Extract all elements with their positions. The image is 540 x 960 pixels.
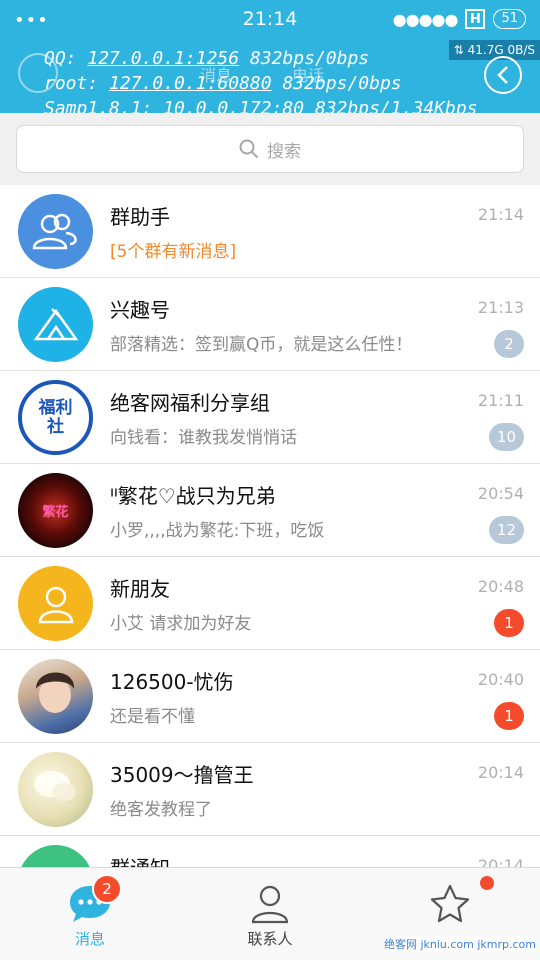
debug-label: root: — [44, 73, 99, 94]
debug-rate: 832bps/0bps — [282, 73, 402, 94]
tab-badge: 2 — [92, 874, 122, 904]
conversation-row[interactable]: 兴趣号 部落精选：签到赢Q币，就是这么任性！ 21:13 2 — [0, 278, 540, 371]
avatar — [18, 194, 93, 269]
back-button[interactable] — [484, 56, 522, 94]
conversation-title: 新朋友 — [110, 577, 170, 601]
conversation-title: 兴趣号 — [110, 298, 170, 322]
conversation-time: 21:11 — [477, 391, 524, 410]
conversation-row[interactable]: 35009～撸管王 绝客发教程了 20:14 — [0, 743, 540, 836]
conversation-preview: 小艾 请求加为好友 — [110, 614, 252, 634]
conversation-time: 21:14 — [477, 205, 524, 224]
conversation-preview: [5个群有新消息] — [110, 242, 237, 262]
search-input[interactable]: 搜索 — [16, 125, 524, 173]
conversation-title: 群助手 — [110, 205, 170, 229]
star-icon — [430, 884, 470, 923]
conversation-title: 绝客网福利分享组 — [110, 391, 270, 415]
tab-label: 消息 — [74, 930, 105, 948]
search-icon — [239, 139, 259, 159]
conversation-row[interactable]: 繁花 ᐦ繁花♡战只为兄弟 小罗,,,,战为繁花:下班，吃饭 20:54 12 — [0, 464, 540, 557]
bottom-tab-bar: 消息 2 联系人 动态 绝客网 jkniu.com jkmrp.com — [0, 867, 540, 960]
network-type-icon: H — [465, 9, 486, 29]
conversation-time: 20:40 — [477, 670, 524, 689]
conversation-title: ᐦ繁花♡战只为兄弟 — [110, 484, 276, 508]
conversation-preview: 小罗,,,,战为繁花:下班，吃饭 — [110, 521, 325, 541]
battery-icon: 51 — [493, 9, 526, 29]
conversation-list[interactable]: 群助手 [5个群有新消息] 21:14 兴趣号 部落精选：签到赢Q币，就是这么任… — [0, 185, 540, 867]
conversation-row[interactable]: 群助手 [5个群有新消息] 21:14 — [0, 185, 540, 278]
tab-contacts[interactable]: 联系人 — [180, 868, 360, 960]
flower-avatar — [34, 771, 76, 801]
debug-overlay: QQ: 127.0.0.1:1256 832bps/0bps root: 127… — [44, 46, 478, 121]
debug-line: QQ: 127.0.0.1:1256 832bps/0bps — [44, 46, 478, 71]
photo-avatar — [36, 672, 75, 713]
tab-label: 联系人 — [247, 930, 293, 948]
conversation-row[interactable]: 群通知 20:14 — [0, 836, 540, 867]
search-placeholder: 搜索 — [267, 141, 301, 162]
avatar: 繁花 — [18, 473, 93, 548]
conversation-row[interactable]: 126500-忧伤 还是看不懂 20:40 1 — [0, 650, 540, 743]
unread-badge: 1 — [494, 702, 524, 730]
fuli-logo: 福利社 — [38, 397, 73, 437]
avatar: 福利社 — [18, 380, 93, 455]
conversation-title: 126500-忧伤 — [110, 670, 234, 694]
debug-addr: 127.0.0.1:60880 — [109, 73, 272, 94]
unread-badge: 2 — [494, 330, 524, 358]
status-right-group: ●●●●● H 51 — [393, 9, 526, 29]
avatar — [18, 752, 93, 827]
signal-icon: ●●●●● — [392, 9, 459, 29]
avatar — [18, 566, 93, 641]
debug-rate: 832bps/0bps — [249, 48, 370, 69]
conversation-time: 20:54 — [477, 484, 524, 503]
debug-line: root: 127.0.0.1:60880 832bps/0bps — [44, 71, 478, 96]
conversation-time: 20:14 — [477, 763, 524, 782]
conversation-row[interactable]: 福利社 绝客网福利分享组 向钱看：谁教我发悄悄话 21:11 10 — [0, 371, 540, 464]
conversation-title: 群通知 — [110, 852, 170, 867]
conversation-time: 20:48 — [477, 577, 524, 596]
debug-addr: 127.0.0.1:1256 — [87, 48, 240, 69]
chevron-left-icon — [497, 66, 508, 84]
search-area: 搜索 — [0, 113, 540, 185]
group-icon — [32, 213, 77, 249]
avatar — [18, 287, 93, 362]
conversation-time: 20:14 — [477, 856, 524, 867]
conversation-preview: 部落精选：签到赢Q币，就是这么任性！ — [110, 335, 413, 355]
conversation-preview: 向钱看：谁教我发悄悄话 — [110, 428, 297, 448]
conversation-time: 21:13 — [477, 298, 524, 317]
tent-icon — [33, 307, 78, 340]
person-icon — [38, 586, 73, 623]
notification-dot — [480, 876, 494, 890]
unread-badge: 12 — [488, 516, 524, 544]
watermark: 绝客网 jkniu.com jkmrp.com — [383, 936, 536, 952]
conversation-title: 35009～撸管王 — [110, 763, 254, 787]
status-bar: ••• 21:14 ●●●●● H 51 — [0, 0, 540, 40]
debug-label: QQ: — [44, 48, 77, 69]
unread-badge: 1 — [494, 609, 524, 637]
contacts-icon — [251, 885, 289, 924]
conversation-preview: 绝客发教程了 — [110, 800, 212, 820]
wings-avatar: 繁花 — [42, 505, 69, 520]
tab-messages[interactable]: 消息 2 — [0, 868, 180, 960]
app-header: 消息 电话 QQ: 127.0.0.1:1256 832bps/0bps roo… — [0, 40, 540, 119]
avatar — [18, 845, 93, 867]
conversation-preview: 还是看不懂 — [110, 707, 195, 727]
conversation-row[interactable]: 新朋友 小艾 请求加为好友 20:48 1 — [0, 557, 540, 650]
avatar — [18, 659, 93, 734]
unread-badge: 10 — [488, 423, 524, 451]
